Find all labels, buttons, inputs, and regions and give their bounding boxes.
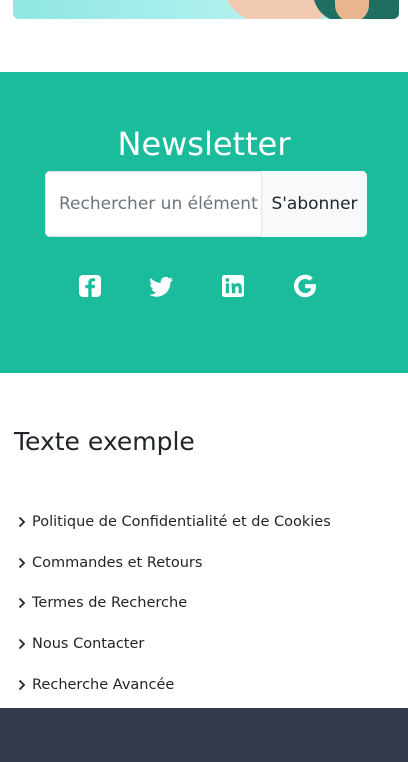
twitter-icon <box>149 276 173 297</box>
chevron-right-icon <box>18 516 26 528</box>
link-contact-us[interactable]: Nous Contacter <box>16 632 144 656</box>
google-icon <box>294 274 316 298</box>
chevron-right-icon <box>18 597 26 609</box>
link-orders-returns[interactable]: Commandes et Retours <box>16 551 202 575</box>
facebook-link[interactable] <box>76 272 104 300</box>
google-link[interactable] <box>291 272 319 300</box>
linkedin-link[interactable] <box>219 272 247 300</box>
footer-links-section: Texte exemple Politique de Confidentiali… <box>0 373 408 708</box>
linkedin-icon <box>222 275 244 297</box>
chevron-right-icon <box>18 679 26 691</box>
image-shape <box>335 0 369 19</box>
newsletter-form: S'abonner <box>45 171 367 237</box>
chevron-right-icon <box>18 557 26 569</box>
chevron-right-icon <box>18 638 26 650</box>
footer-bar <box>0 708 408 762</box>
link-privacy-policy[interactable]: Politique de Confidentialité et de Cooki… <box>16 510 331 534</box>
newsletter-email-input[interactable] <box>45 171 261 237</box>
newsletter-title: Newsletter <box>117 125 291 163</box>
hero-image <box>13 0 399 19</box>
facebook-icon <box>79 275 101 297</box>
newsletter-section: Newsletter S'abonner <box>0 72 408 373</box>
link-label: Nous Contacter <box>32 636 145 652</box>
link-label: Recherche Avancée <box>32 677 175 693</box>
section-title: Texte exemple <box>14 427 195 456</box>
twitter-link[interactable] <box>147 272 175 300</box>
top-image-area <box>0 0 408 72</box>
subscribe-button[interactable]: S'abonner <box>261 171 367 237</box>
link-label: Commandes et Retours <box>32 555 203 571</box>
social-links <box>0 272 408 304</box>
link-label: Termes de Recherche <box>32 595 188 611</box>
link-advanced-search[interactable]: Recherche Avancée <box>16 673 174 697</box>
link-label: Politique de Confidentialité et de Cooki… <box>32 514 331 530</box>
link-search-terms[interactable]: Termes de Recherche <box>16 591 187 615</box>
